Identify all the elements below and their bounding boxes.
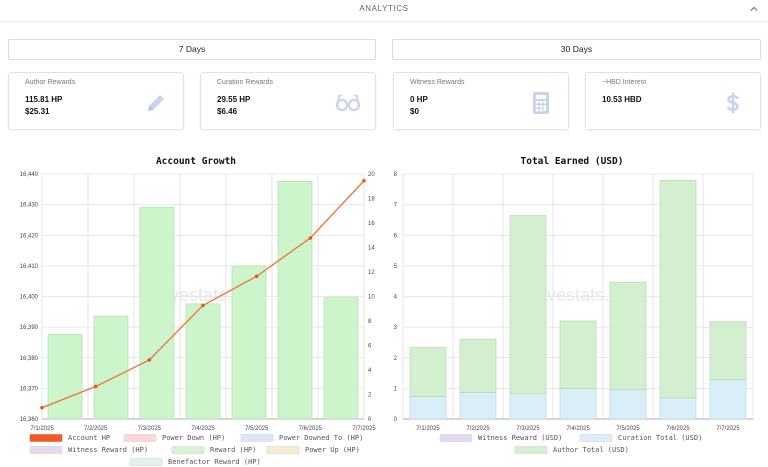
x-tick-label: 7/1/2025 — [416, 426, 440, 432]
y-tick-label: 6 — [394, 233, 398, 239]
y-tick-label: 7 — [394, 203, 398, 209]
y-tick-label: 4 — [394, 295, 398, 301]
curation-bar — [709, 379, 747, 420]
curation-bar — [559, 388, 597, 420]
y-tick-label: 0 — [394, 417, 398, 423]
legend-label: Curation Total (USD) — [618, 434, 702, 442]
y-tick-label: 5 — [394, 264, 398, 270]
x-tick-label: 7/4/2025 — [566, 426, 590, 432]
watermark: hivestats.io — [533, 285, 623, 305]
x-tick-label: 7/5/2025 — [616, 426, 640, 432]
curation-bar — [459, 392, 497, 420]
x-tick-label: 7/3/2025 — [516, 426, 540, 432]
x-tick-label: 7/7/2025 — [716, 426, 740, 432]
author-bar — [559, 320, 597, 389]
y-tick-label: 1 — [394, 386, 398, 392]
author-bar — [659, 180, 697, 399]
legend-swatch — [439, 434, 473, 442]
y-tick-label: 8 — [394, 172, 398, 178]
curation-bar — [509, 392, 547, 420]
curation-bar — [409, 396, 447, 420]
curation-bar — [609, 388, 647, 420]
legend-swatch — [579, 434, 613, 442]
x-tick-label: 7/6/2025 — [666, 426, 690, 432]
y-tick-label: 3 — [394, 325, 398, 331]
author-bar — [609, 281, 647, 390]
author-bar — [459, 338, 497, 393]
legend-label: Author Total (USD) — [553, 446, 629, 454]
author-bar — [409, 347, 447, 397]
total-earned-chart: 0 1 2 3 4 5 6 7 8 hivestats.io 7/1/2025 7/2/2025 7/3… — [394, 172, 754, 454]
curation-bar — [659, 397, 697, 420]
author-bar — [509, 215, 547, 394]
legend-label: Witness Reward (USD) — [478, 434, 562, 442]
legend-swatch — [514, 446, 548, 454]
author-bar — [709, 321, 747, 381]
y-tick-label: 2 — [394, 356, 398, 362]
x-tick-label: 7/2/2025 — [466, 426, 490, 432]
